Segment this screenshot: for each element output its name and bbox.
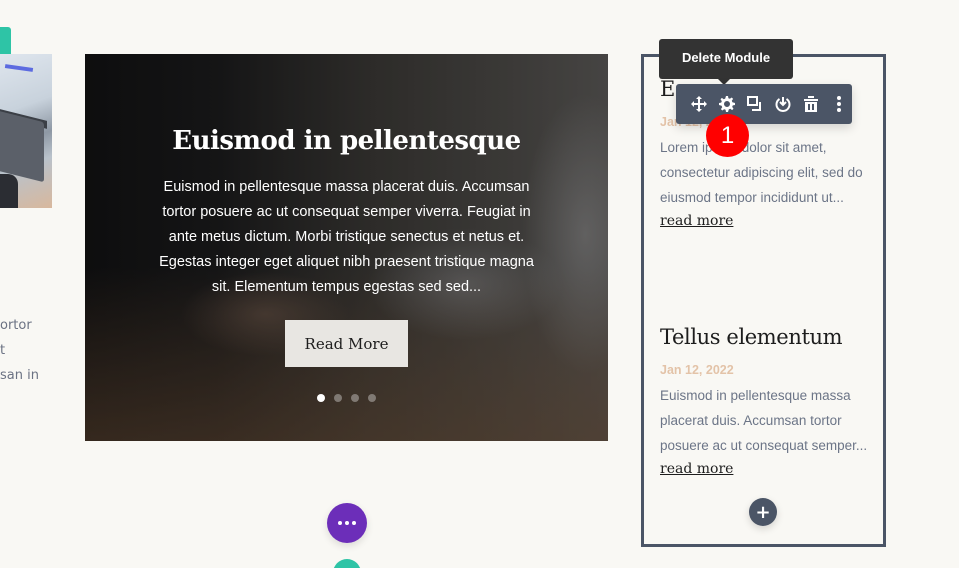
post-excerpt: Euismod in pellentesque massa placerat d… [660,388,868,453]
slider-dot-2[interactable] [334,394,342,402]
post-slider: Euismod in pellentesque Euismod in pelle… [85,54,608,441]
slider-dot-1[interactable] [317,394,325,402]
left-text-line: t [0,343,6,358]
move-icon[interactable] [689,94,709,114]
settings-icon[interactable] [717,94,737,114]
plus-icon: + [755,501,771,523]
duplicate-icon[interactable] [745,94,765,114]
left-text-fragment: ortor t san in [0,313,40,388]
save-icon[interactable] [773,94,793,114]
left-laptop-image [0,54,52,208]
left-text-line: san in [0,368,39,383]
post-excerpt: Lorem ipsum dolor sit amet, consectetur … [660,140,863,205]
slider-dot-4[interactable] [368,394,376,402]
blog-module[interactable]: Es Jan 12, 2 Lorem ipsum dolor sit amet,… [641,54,886,547]
read-more-link[interactable]: read more [660,461,733,477]
dot-icon [338,521,342,525]
delete-icon[interactable] [801,94,821,114]
slide-title: Euismod in pellentesque [172,126,521,156]
dot-icon [352,521,356,525]
left-text-line: ortor [0,318,32,333]
read-more-link[interactable]: read more [660,213,733,229]
read-more-button[interactable]: Read More [285,320,408,367]
add-row-button[interactable] [333,559,361,568]
tooltip: Delete Module [659,39,793,85]
slider-dot-3[interactable] [351,394,359,402]
step-badge: 1 [706,114,749,157]
blog-post: Tellus elementum Jan 12, 2022 Euismod in… [660,325,880,477]
post-date: Jan 12, 2022 [660,363,734,377]
add-module-button[interactable]: + [749,498,777,526]
module-toolbar [676,84,852,124]
dot-icon [345,521,349,525]
slide-text: Euismod in pellentesque massa placerat d… [159,179,534,295]
section-options-button[interactable] [327,503,367,543]
slider-pagination [85,394,608,402]
more-icon[interactable] [829,94,849,114]
post-title[interactable]: Tellus elementum [660,325,880,349]
